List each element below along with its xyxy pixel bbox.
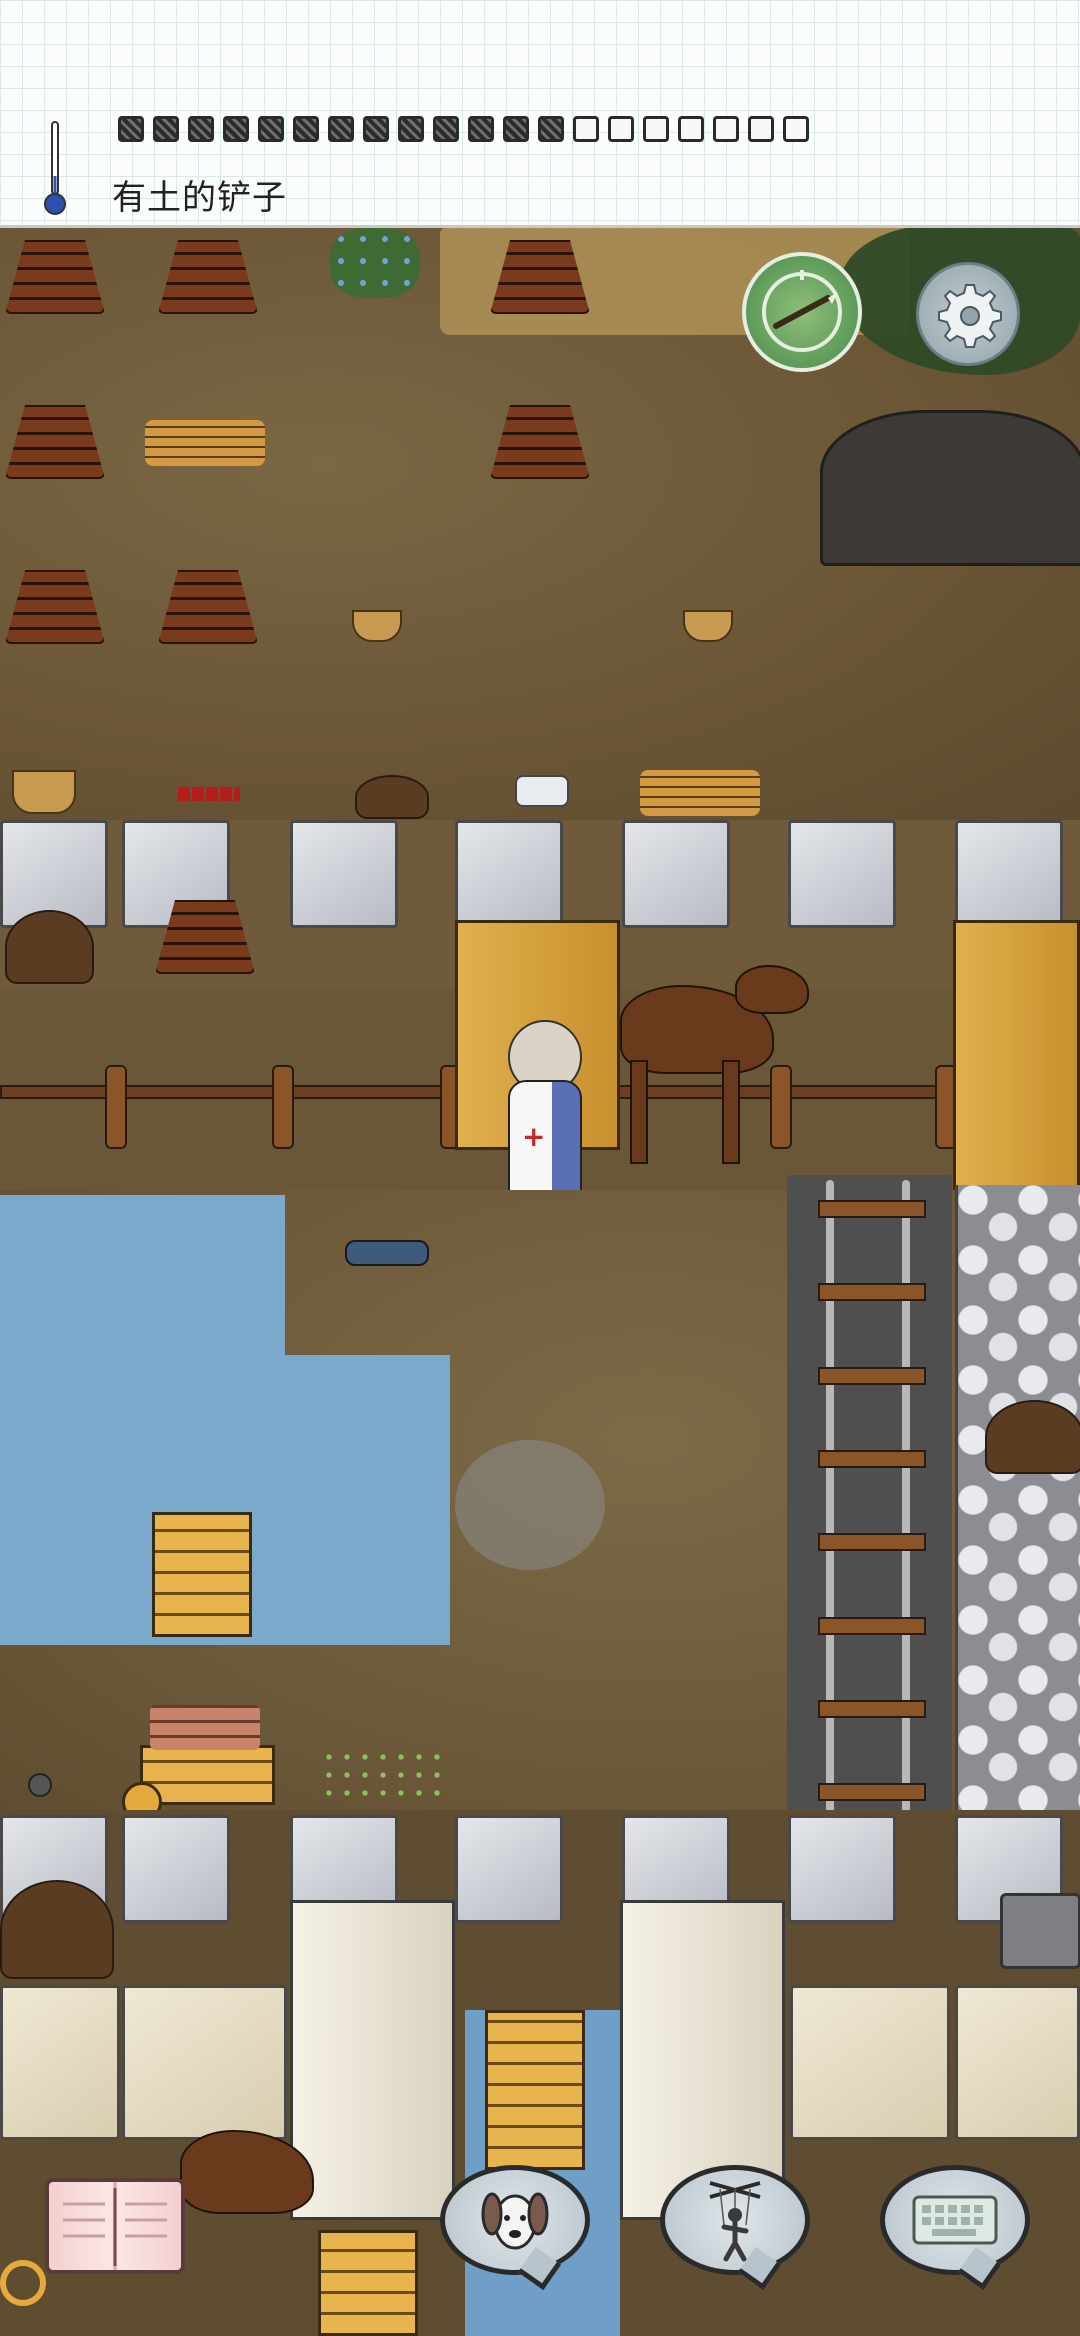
rail-tie <box>818 1700 926 1718</box>
rail-tie <box>818 1533 926 1551</box>
wildflowers[interactable] <box>330 228 420 298</box>
food-pip <box>678 116 704 142</box>
food-pip <box>293 116 319 142</box>
settings-button[interactable] <box>916 262 1020 366</box>
food-pip <box>363 116 389 142</box>
vine-plant[interactable] <box>320 1748 450 1804</box>
food-pip <box>223 116 249 142</box>
food-pip <box>153 116 179 142</box>
basket[interactable] <box>683 610 733 642</box>
plaster-wall[interactable] <box>290 1900 455 2220</box>
food-pip <box>713 116 739 142</box>
fence-post[interactable] <box>105 1065 127 1149</box>
red-cross-icon: + <box>522 1120 546 1153</box>
rail-tie <box>818 1367 926 1385</box>
adobe-bricks-in-cart <box>150 1705 260 1750</box>
held-item-label: 有土的铲子 <box>112 178 287 218</box>
plaster-wall[interactable] <box>122 1985 287 2140</box>
pond-water[interactable] <box>285 1355 450 1645</box>
food-pip <box>783 116 809 142</box>
grass-patch <box>455 1440 605 1570</box>
status-hud: 有土的铲子 <box>0 0 1080 228</box>
food-pip <box>328 116 354 142</box>
stone-floor-tile <box>622 820 730 928</box>
rail-tie <box>818 1783 926 1801</box>
rail-bed <box>787 1175 952 1835</box>
stone-floor-tile <box>455 820 563 928</box>
flint-stone[interactable] <box>515 775 569 807</box>
stone-floor-tile <box>290 820 398 928</box>
stone-floor-tile <box>788 820 896 928</box>
rail-left <box>826 1180 834 1820</box>
stone-floor-tile <box>788 1815 896 1923</box>
plaster-wall[interactable] <box>790 1985 950 2140</box>
food-pip <box>608 116 634 142</box>
cart-wheel <box>0 2260 46 2306</box>
food-pip <box>433 116 459 142</box>
horse-leg <box>722 1060 740 1164</box>
mine-entrance[interactable] <box>820 410 1080 566</box>
food-pip <box>643 116 669 142</box>
plaster-wall[interactable] <box>955 1985 1080 2140</box>
plaster-wall[interactable] <box>0 1985 120 2140</box>
food-pip <box>188 116 214 142</box>
rail-right <box>902 1180 910 1820</box>
food-pip <box>748 116 774 142</box>
wooden-bridge[interactable] <box>318 2230 418 2336</box>
puppet-button[interactable] <box>660 2165 810 2275</box>
keyboard-icon <box>912 2195 998 2245</box>
compass-icon <box>762 270 842 352</box>
wooden-bridge[interactable] <box>485 2010 585 2170</box>
kindling-pile[interactable] <box>145 420 265 466</box>
rail-tie <box>818 1617 926 1635</box>
food-meter <box>118 116 809 142</box>
thermometer-icon <box>44 121 66 215</box>
book-icon <box>63 2188 167 2266</box>
dirt-pile[interactable] <box>985 1400 1080 1474</box>
food-pip <box>503 116 529 142</box>
food-pip <box>468 116 494 142</box>
food-pip <box>398 116 424 142</box>
fence-rail <box>0 1085 454 1099</box>
hay-wall[interactable] <box>953 920 1080 1200</box>
gear-icon <box>938 284 1002 348</box>
stone-block[interactable] <box>1000 1893 1080 1969</box>
keyboard-button[interactable] <box>880 2165 1030 2275</box>
cobblestone-wall <box>955 1185 1080 1815</box>
dirt-pile[interactable] <box>355 775 429 819</box>
basket[interactable] <box>352 610 402 642</box>
food-pip <box>118 116 144 142</box>
rail-tie <box>818 1283 926 1301</box>
food-pip <box>573 116 599 142</box>
compass-button[interactable] <box>742 252 862 372</box>
tech-book-button[interactable] <box>45 2178 185 2274</box>
horse-leg <box>630 1060 648 1164</box>
rail-tie <box>818 1200 926 1218</box>
horse-head <box>735 965 809 1014</box>
round-stone[interactable] <box>28 1773 52 1797</box>
stone-floor-tile <box>122 1815 230 1923</box>
basket[interactable] <box>12 770 76 814</box>
stone-floor-tile <box>455 1815 563 1923</box>
dirt-pile[interactable] <box>0 1880 114 1979</box>
fence-post[interactable] <box>770 1065 792 1149</box>
puppet-icon <box>709 2181 761 2262</box>
stone-floor-tile <box>955 820 1063 928</box>
fence-post[interactable] <box>272 1065 294 1149</box>
rail-tie <box>818 1450 926 1468</box>
kindling-pile[interactable] <box>640 770 760 816</box>
dog-icon <box>481 2192 549 2250</box>
dirt-pile[interactable] <box>5 910 94 984</box>
wooden-dock[interactable] <box>152 1512 252 1637</box>
food-pip <box>538 116 564 142</box>
berries[interactable] <box>178 787 240 801</box>
emote-button[interactable] <box>440 2165 590 2275</box>
puddle <box>345 1240 429 1266</box>
food-pip <box>258 116 284 142</box>
